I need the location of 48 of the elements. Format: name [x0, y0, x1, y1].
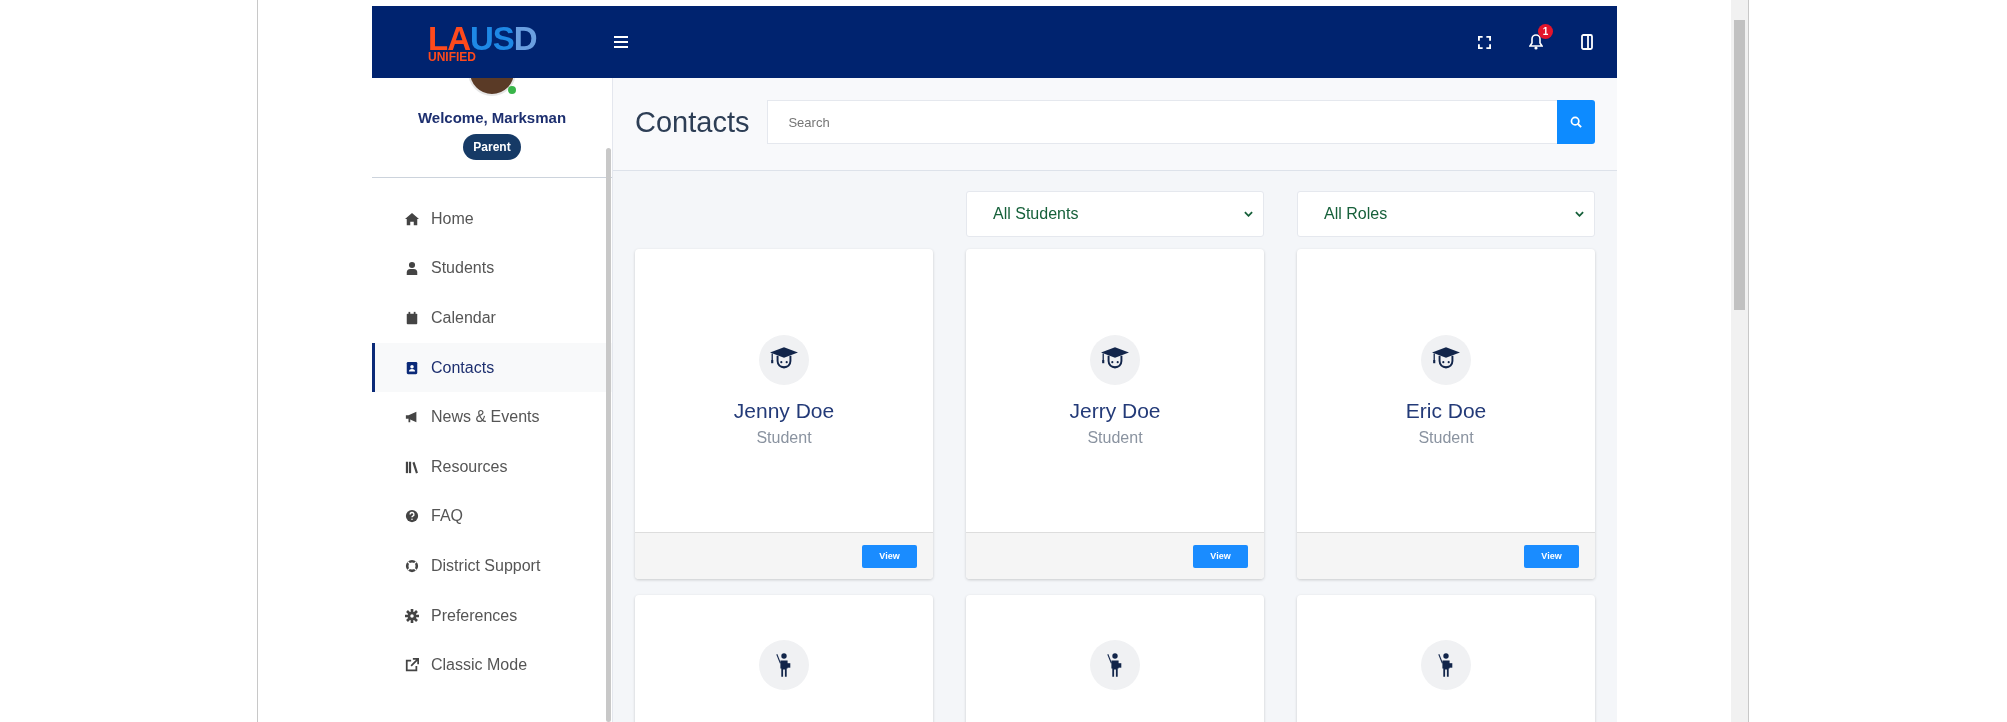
search-icon	[1570, 116, 1582, 128]
welcome-text: Welcome, Marksman	[417, 109, 567, 126]
contact-name: Jerry Doe	[1069, 398, 1161, 423]
filter-dropdown[interactable]: All Students	[966, 191, 1264, 237]
graduate-icon	[1090, 334, 1140, 385]
calendar-icon	[405, 311, 419, 325]
nav-item[interactable]: Students	[372, 243, 612, 294]
search-field[interactable]: Search	[767, 100, 1557, 144]
contact-role: Student	[756, 428, 812, 447]
nav-item[interactable]: Contacts	[372, 342, 612, 393]
role-badge: Parent	[463, 134, 521, 160]
books-icon	[405, 459, 419, 474]
teacher-icon	[1090, 640, 1140, 690]
teacher-icon	[1421, 640, 1471, 690]
nav-item[interactable]: Classic Mode	[372, 640, 612, 690]
nav-item[interactable]: Home	[372, 194, 612, 244]
external-icon	[405, 658, 419, 673]
graduate-icon	[1421, 334, 1471, 385]
scrollbar[interactable]	[1731, 0, 1748, 722]
nav-item[interactable]: Preferences	[372, 590, 612, 641]
logo[interactable]: LAUSD UNIFIED	[428, 21, 578, 63]
contact-role: Student	[1418, 428, 1474, 447]
lifebuoy-icon	[405, 558, 419, 573]
chevron-down-icon	[1244, 211, 1253, 217]
contact-name: Jenny Doe	[733, 398, 835, 423]
graduate-icon	[759, 334, 809, 385]
nav-item[interactable]: District Support	[372, 541, 612, 591]
panel-icon[interactable]	[1581, 34, 1593, 50]
nav-item[interactable]: Calendar	[372, 293, 612, 343]
bell-icon[interactable]	[1529, 34, 1543, 50]
contact-icon	[405, 360, 419, 375]
contact-role: Student	[1087, 428, 1143, 447]
person-icon	[405, 261, 419, 276]
menu-icon[interactable]	[614, 36, 628, 48]
filter-dropdown[interactable]: All Roles	[1297, 191, 1595, 237]
chevron-down-icon	[1575, 211, 1584, 217]
notification-badge: 1	[1538, 24, 1553, 39]
home-icon	[405, 211, 419, 226]
contact-name: Eric Doe	[1405, 398, 1487, 423]
nav-item[interactable]: FAQ	[372, 491, 612, 542]
fullscreen-icon[interactable]	[1478, 35, 1491, 49]
question-icon	[405, 509, 419, 524]
megaphone-icon	[405, 410, 419, 425]
nav-item[interactable]: News & Events	[372, 392, 612, 442]
page-title: Contacts	[635, 105, 750, 139]
teacher-icon	[759, 640, 809, 690]
gear-icon	[405, 608, 419, 623]
nav-item[interactable]: Resources	[372, 441, 612, 492]
